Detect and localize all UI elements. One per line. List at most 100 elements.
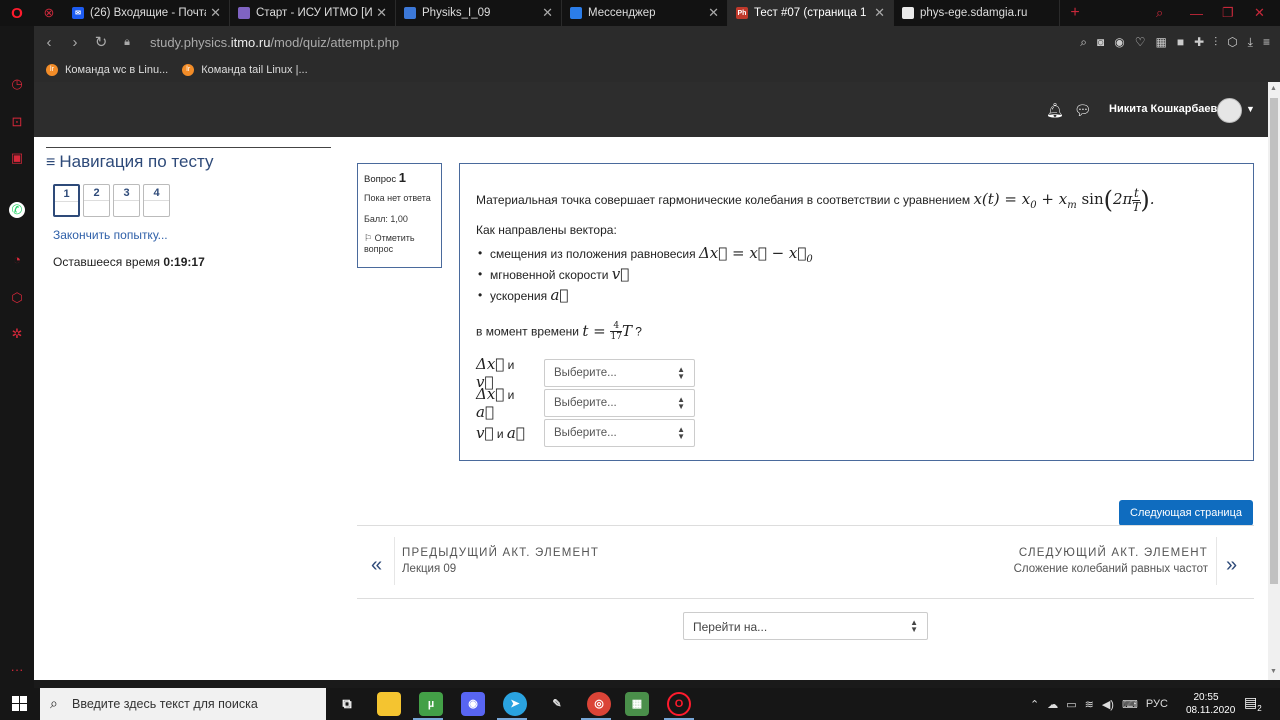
forward-button[interactable]: › [62, 34, 88, 51]
shop-icon[interactable]: ⊡ [9, 114, 25, 130]
close-icon[interactable]: ✕ [874, 5, 885, 21]
box-icon[interactable]: ⬡ [1227, 35, 1237, 49]
jump-to-select[interactable]: Перейти на... ▲ ▼ [683, 612, 928, 640]
site-header: 🔔︎ 💬︎ Никита Кошкарбаев ▼ [34, 82, 1268, 137]
utorrent-icon[interactable]: µ [419, 692, 443, 716]
search-icon[interactable]: ⌕ [1080, 35, 1087, 50]
taskbar-search-input[interactable]: ⌕ Введите здесь текст для поиска [40, 688, 326, 720]
scroll-up-icon[interactable]: ▲ [1270, 85, 1277, 92]
network-icon[interactable]: ▭ [1066, 698, 1076, 711]
vpn-icon[interactable]: ◉ [1114, 35, 1124, 49]
chrome-icon[interactable]: ◎ [587, 692, 611, 716]
search-icon: ⌕ [50, 695, 58, 711]
chat-icon[interactable]: 💬︎ [1074, 102, 1092, 119]
menu-icon[interactable]: ≡ [1263, 35, 1270, 49]
speed-dial-icon[interactable]: ◷ [9, 76, 25, 92]
tab-itmo[interactable]: Старт - ИСУ ИТМО [Интра ✕ [230, 0, 396, 26]
vk-icon[interactable]: ✚ [1194, 35, 1204, 49]
opera-logo-icon[interactable]: O [0, 0, 34, 26]
scrollbar-thumb[interactable] [1270, 98, 1278, 584]
new-tab-button[interactable]: + [1060, 4, 1090, 22]
whatsapp-icon[interactable]: ✆ [9, 202, 25, 218]
language-indicator[interactable]: РУС [1146, 698, 1168, 710]
bell-icon[interactable]: 🔔︎ [1046, 102, 1064, 119]
twitch-icon[interactable]: ▣ [9, 150, 25, 166]
camera-icon[interactable]: ◙ [1097, 35, 1104, 49]
history-icon[interactable]: ◔ [9, 252, 25, 268]
notifications-icon[interactable]: ▤2 [1244, 694, 1262, 713]
heart-icon[interactable]: ♡ [1135, 35, 1146, 49]
settings-icon[interactable]: ✲ [9, 326, 25, 342]
more-icon[interactable]: ··· [9, 662, 25, 678]
close-icon[interactable]: ✕ [376, 5, 387, 21]
question-nav-button-3[interactable]: 3 [113, 184, 140, 217]
calculator-icon[interactable]: ▦ [625, 692, 649, 716]
bookmark-tail[interactable]: lr Команда tail Linux |... [182, 64, 308, 76]
page-scrollbar[interactable]: ▲ ▼ [1268, 82, 1280, 680]
browser-sidebar: ◷ ⊡ ▣ ✆ ◔ ⬡ ✲ ··· [0, 26, 34, 688]
wifi-icon[interactable]: ≋ [1085, 698, 1094, 711]
scroll-down-icon[interactable]: ▼ [1270, 668, 1277, 675]
prev-activity-label[interactable]: ПРЕДЫДУЩИЙ АКТ. ЭЛЕМЕНТ [402, 547, 599, 559]
minimize-button[interactable]: — [1190, 0, 1203, 26]
reload-button[interactable]: ↻ [88, 33, 114, 51]
close-window-button[interactable]: ✕ [1254, 0, 1265, 26]
quiz-nav-divider [46, 147, 331, 148]
file-explorer-icon[interactable] [377, 692, 401, 716]
close-icon[interactable]: ✕ [542, 5, 553, 21]
tab-mail[interactable]: ✉ (26) Входящие - Почта Ma ✕ [64, 0, 230, 26]
answer-select-3[interactable]: Выберите... ▲ ▼ [544, 419, 695, 447]
finish-attempt-link[interactable]: Закончить попытку... [53, 228, 168, 242]
double-chevron-left-icon[interactable]: « [371, 554, 382, 577]
volume-icon[interactable]: ◀) [1102, 698, 1114, 711]
onedrive-icon[interactable]: ☁ [1047, 698, 1058, 711]
question-nav-button-1[interactable]: 1 [53, 184, 80, 217]
tab-messenger[interactable]: Мессенджер ✕ [562, 0, 728, 26]
next-page-button[interactable]: Следующая страница [1119, 500, 1253, 526]
next-activity-label[interactable]: СЛЕДУЮЩИЙ АКТ. ЭЛЕМЕНТ [934, 547, 1208, 559]
paint-icon[interactable]: ✎ [545, 692, 569, 716]
answer-select-1[interactable]: Выберите... ▲ ▼ [544, 359, 695, 387]
easy-setup-icon[interactable]: ⫶ [1214, 35, 1217, 50]
opera-taskbar-icon[interactable]: O [667, 692, 691, 716]
discord-icon[interactable]: ◉ [461, 692, 485, 716]
gx-icon[interactable]: ⊗ [34, 5, 64, 21]
question-text: Материальная точка совершает гармоническ… [476, 185, 1155, 214]
telegram-icon[interactable]: ➤ [503, 692, 527, 716]
url-field[interactable]: study.physics.itmo.ru/mod/quiz/attempt.p… [150, 35, 399, 50]
task-view-icon[interactable]: ⧉ [335, 692, 359, 716]
question-content: Материальная точка совершает гармоническ… [459, 163, 1254, 461]
username[interactable]: Никита Кошкарбаев [1109, 103, 1217, 115]
download-icon[interactable]: ⤓ [1248, 35, 1253, 50]
tab-sdamgia[interactable]: phys-ege.sdamgia.ru [894, 0, 1060, 26]
avatar[interactable] [1217, 98, 1242, 123]
taskbar-clock[interactable]: 20:55 08.11.2020 [1186, 691, 1235, 717]
close-icon[interactable]: ✕ [708, 5, 719, 21]
double-chevron-right-icon[interactable]: » [1226, 554, 1237, 577]
tab-quiz[interactable]: Ph Тест #07 (страница 1 из 4) ✕ [728, 0, 894, 26]
back-button[interactable]: ‹ [36, 34, 62, 51]
ph-icon: Ph [736, 7, 748, 19]
maximize-button[interactable]: ❐ [1222, 0, 1234, 26]
search-tabs-icon[interactable]: ⌕ [1156, 0, 1163, 26]
bookmark-wc[interactable]: lr Команда wc в Linu... [46, 64, 168, 76]
question-nav-button-4[interactable]: 4 [143, 184, 170, 217]
flag-question-button[interactable]: ⚐ Отметить вопрос [364, 233, 435, 255]
question-mark: Балл: 1,00 [364, 214, 408, 224]
next-activity-link[interactable]: Сложение колебаний равных частот [934, 563, 1208, 575]
extensions-icon[interactable]: ⬡ [9, 290, 25, 306]
bookmark-icon: lr [46, 64, 58, 76]
close-icon[interactable]: ✕ [210, 5, 221, 21]
answer-select-2[interactable]: Выберите... ▲ ▼ [544, 389, 695, 417]
cube-icon[interactable]: ■ [1177, 35, 1184, 49]
question-subtitle: Как направлены вектора: [476, 223, 617, 237]
windows-start-icon[interactable] [12, 696, 28, 712]
prev-activity-link[interactable]: Лекция 09 [402, 563, 456, 575]
question-nav-button-2[interactable]: 2 [83, 184, 110, 217]
itmo-icon [238, 7, 250, 19]
chevron-up-icon[interactable]: ⌃ [1030, 698, 1039, 711]
chevron-down-icon[interactable]: ▼ [1246, 104, 1255, 114]
extension-icon[interactable]: ▦ [1156, 35, 1167, 49]
tab-physiks[interactable]: Physiks_I_09 ✕ [396, 0, 562, 26]
keyboard-icon[interactable]: ⌨ [1122, 698, 1138, 711]
